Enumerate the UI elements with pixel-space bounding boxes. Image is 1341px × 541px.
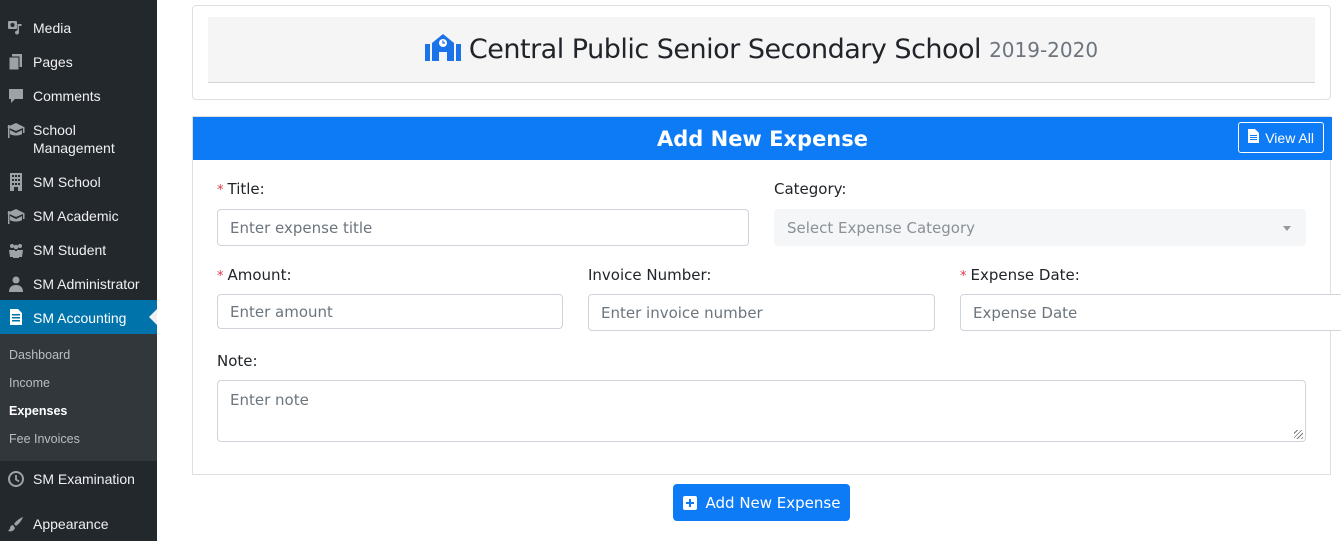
sidebar-item-appearance[interactable]: Appearance (0, 514, 157, 534)
expense-date-input[interactable]: Expense Date (960, 294, 1341, 331)
view-all-button[interactable]: View All (1238, 122, 1324, 153)
session-year: 2019-2020 (989, 37, 1099, 62)
sidebar-item-label: SM Student (33, 242, 107, 258)
submenu-item-expenses[interactable]: Expenses (9, 404, 67, 418)
sidebar-item-comments[interactable]: Comments (0, 86, 157, 106)
amount-placeholder: Enter amount (230, 302, 333, 321)
sidebar-item-media[interactable]: Media (0, 18, 157, 38)
expense-date-placeholder: Expense Date (973, 303, 1078, 322)
required-marker: * (217, 269, 224, 284)
main-content: Central Public Senior Secondary School 2… (157, 0, 1341, 541)
users-icon (6, 240, 26, 260)
expense-date-label: * Expense Date: (960, 266, 1080, 284)
sidebar-item-sm-school[interactable]: SM School (0, 172, 157, 192)
form-header: Add New Expense View All (193, 117, 1332, 160)
submenu-item-fee-invoices[interactable]: Fee Invoices (9, 432, 80, 446)
note-textarea[interactable]: Enter note (217, 380, 1306, 442)
sidebar-item-sm-academic[interactable]: SM Academic (0, 206, 157, 226)
category-label: Category: (774, 180, 847, 198)
clock-icon (6, 469, 26, 489)
note-label: Note: (217, 352, 258, 370)
sidebar-item-label: SM School (33, 174, 101, 190)
invoice-number-placeholder: Enter invoice number (601, 303, 763, 322)
document-icon (6, 307, 26, 327)
user-icon (6, 274, 26, 294)
file-icon (1248, 129, 1260, 146)
sidebar-item-sm-student[interactable]: SM Student (0, 240, 157, 260)
add-new-expense-button[interactable]: Add New Expense (673, 484, 850, 521)
sidebar-item-school-management[interactable]: School Management (0, 120, 157, 157)
view-all-label: View All (1265, 129, 1314, 146)
school-name: Central Public Senior Secondary School (468, 34, 982, 65)
invoice-number-input[interactable]: Enter invoice number (588, 294, 935, 331)
sidebar-item-label: Pages (33, 54, 73, 70)
sidebar-item-label: School Management (33, 122, 115, 156)
paintbrush-icon (6, 514, 26, 534)
sidebar-item-label: Media (33, 20, 72, 36)
sidebar-item-label: SM Administrator (33, 276, 140, 292)
pages-icon (6, 52, 26, 72)
graduation-cap-icon (6, 206, 26, 226)
sidebar-item-sm-accounting[interactable]: SM Accounting (0, 300, 157, 334)
building-icon (6, 172, 26, 192)
sidebar-item-label: SM Accounting (33, 309, 127, 326)
form-title: Add New Expense (656, 126, 868, 151)
chevron-down-icon (1283, 226, 1291, 231)
media-icon (6, 18, 26, 38)
sidebar-item-label: SM Academic (33, 208, 119, 224)
graduation-cap-icon (6, 120, 26, 140)
category-placeholder: Select Expense Category (787, 218, 975, 237)
submit-label: Add New Expense (705, 493, 841, 512)
sidebar-item-label: Comments (33, 88, 101, 104)
submenu-item-dashboard[interactable]: Dashboard (9, 348, 70, 362)
active-indicator (149, 309, 157, 325)
required-marker: * (960, 269, 967, 284)
sidebar-item-label: Appearance (33, 516, 109, 532)
sidebar-item-label: SM Examination (33, 471, 135, 487)
admin-sidebar: Media Pages Comments School Management S… (0, 0, 157, 541)
sidebar-item-sm-administrator[interactable]: SM Administrator (0, 274, 157, 294)
title-input[interactable]: Enter expense title (217, 209, 749, 246)
title-placeholder: Enter expense title (230, 218, 373, 237)
school-banner: Central Public Senior Secondary School 2… (208, 17, 1315, 83)
plus-square-icon (682, 495, 697, 510)
sidebar-item-pages[interactable]: Pages (0, 52, 157, 72)
required-marker: * (217, 183, 224, 198)
amount-input[interactable]: Enter amount (217, 294, 563, 329)
sidebar-item-sm-examination[interactable]: SM Examination (0, 469, 157, 489)
invoice-number-label: Invoice Number: (588, 266, 712, 284)
school-header-card: Central Public Senior Secondary School 2… (192, 5, 1331, 100)
comments-icon (6, 86, 26, 106)
title-label: * Title: (217, 180, 265, 198)
resize-handle[interactable] (1294, 430, 1303, 439)
add-expense-form: Add New Expense View All * Title: Enter e… (192, 116, 1341, 475)
accounting-submenu: Dashboard Income Expenses Fee Invoices (0, 334, 157, 461)
category-select[interactable]: Select Expense Category (774, 209, 1306, 246)
note-placeholder: Enter note (230, 391, 309, 409)
amount-label: * Amount: (217, 266, 292, 284)
school-icon (424, 33, 461, 66)
submenu-item-income[interactable]: Income (9, 376, 50, 390)
